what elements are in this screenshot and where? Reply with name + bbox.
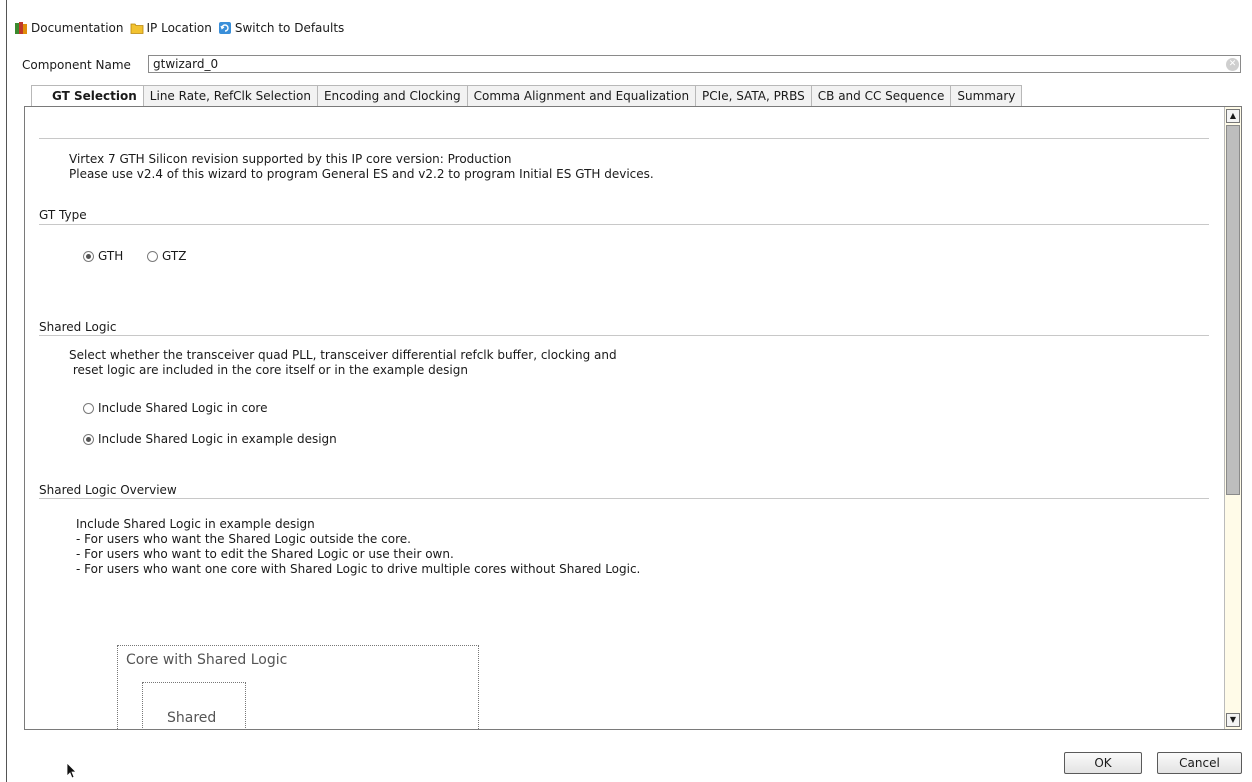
revision-info-line2: Please use v2.4 of this wizard to progra… — [69, 167, 654, 181]
divider — [39, 498, 1209, 499]
mouse-pointer-icon — [66, 762, 77, 779]
scroll-up-button[interactable]: ▲ — [1226, 109, 1240, 123]
shared-logic-overview-title: Shared Logic Overview — [39, 483, 177, 497]
radio-label: Include Shared Logic in example design — [98, 432, 337, 446]
divider — [39, 224, 1209, 225]
gt-type-title: GT Type — [39, 208, 87, 222]
tab-comma-alignment[interactable]: Comma Alignment and Equalization — [466, 85, 697, 106]
clear-icon[interactable]: ✕ — [1226, 58, 1239, 71]
documentation-label: Documentation — [31, 21, 124, 35]
gt-type-gtz-option[interactable]: GTZ — [147, 249, 186, 263]
radio-button[interactable] — [147, 250, 158, 262]
component-name-input[interactable] — [148, 55, 1241, 73]
ok-button[interactable]: OK — [1064, 752, 1142, 774]
shared-logic-title: Shared Logic — [39, 320, 117, 334]
tab-summary[interactable]: Summary — [950, 85, 1023, 106]
ip-location-link[interactable]: IP Location — [130, 21, 212, 35]
window-edge — [6, 0, 7, 782]
overview-line4: - For users who want one core with Share… — [76, 562, 641, 576]
radio-button[interactable] — [83, 433, 94, 445]
cancel-button[interactable]: Cancel — [1157, 752, 1242, 774]
folder-icon — [130, 23, 143, 34]
divider — [39, 138, 1209, 139]
shared-logic-desc-line2: reset logic are included in the core its… — [69, 363, 468, 377]
shared-logic-box-label: Shared — [167, 710, 217, 726]
revision-info-line1: Virtex 7 GTH Silicon revision supported … — [69, 152, 512, 166]
tab-gt-selection[interactable]: GT Selection — [31, 85, 144, 108]
books-icon — [15, 22, 27, 34]
component-name-label: Component Name — [22, 58, 131, 72]
radio-label: GTZ — [162, 249, 187, 263]
tab-pcie-sata-prbs[interactable]: PCIe, SATA, PRBS — [695, 85, 812, 106]
shared-logic-desc-line1: Select whether the transceiver quad PLL,… — [69, 348, 617, 362]
refresh-icon — [218, 22, 231, 34]
scroll-thumb[interactable] — [1226, 125, 1240, 495]
radio-label: GTH — [98, 249, 124, 263]
overview-line3: - For users who want to edit the Shared … — [76, 547, 454, 561]
core-with-shared-logic-label: Core with Shared Logic — [126, 652, 288, 668]
ip-location-label: IP Location — [146, 21, 212, 35]
overview-line2: - For users who want the Shared Logic ou… — [76, 532, 411, 546]
switch-to-defaults-link[interactable]: Switch to Defaults — [218, 21, 344, 35]
documentation-link[interactable]: Documentation — [14, 21, 124, 35]
tab-cb-cc-sequence[interactable]: CB and CC Sequence — [810, 85, 952, 106]
gt-type-gth-option[interactable]: GTH — [83, 249, 123, 263]
radio-label: Include Shared Logic in core — [98, 401, 268, 415]
scroll-down-button[interactable]: ▼ — [1226, 713, 1240, 727]
tab-bar: GT Selection Line Rate, RefClk Selection… — [31, 85, 1023, 108]
radio-button[interactable] — [83, 250, 94, 262]
switch-to-defaults-label: Switch to Defaults — [234, 21, 345, 35]
radio-button[interactable] — [83, 402, 94, 414]
vertical-scrollbar[interactable]: ▲ ▼ — [1224, 107, 1241, 729]
tab-line-rate[interactable]: Line Rate, RefClk Selection — [142, 85, 318, 106]
shared-logic-in-core-option[interactable]: Include Shared Logic in core — [83, 401, 267, 415]
overview-line1: Include Shared Logic in example design — [76, 517, 315, 531]
shared-logic-in-example-option[interactable]: Include Shared Logic in example design — [83, 432, 337, 446]
tab-panel: Virtex 7 GTH Silicon revision supported … — [24, 106, 1242, 730]
tab-encoding-clocking[interactable]: Encoding and Clocking — [316, 85, 468, 106]
panel-content: Virtex 7 GTH Silicon revision supported … — [25, 107, 1223, 729]
divider — [39, 335, 1209, 336]
toolbar: Documentation IP Location Switch to Defa… — [14, 18, 344, 38]
